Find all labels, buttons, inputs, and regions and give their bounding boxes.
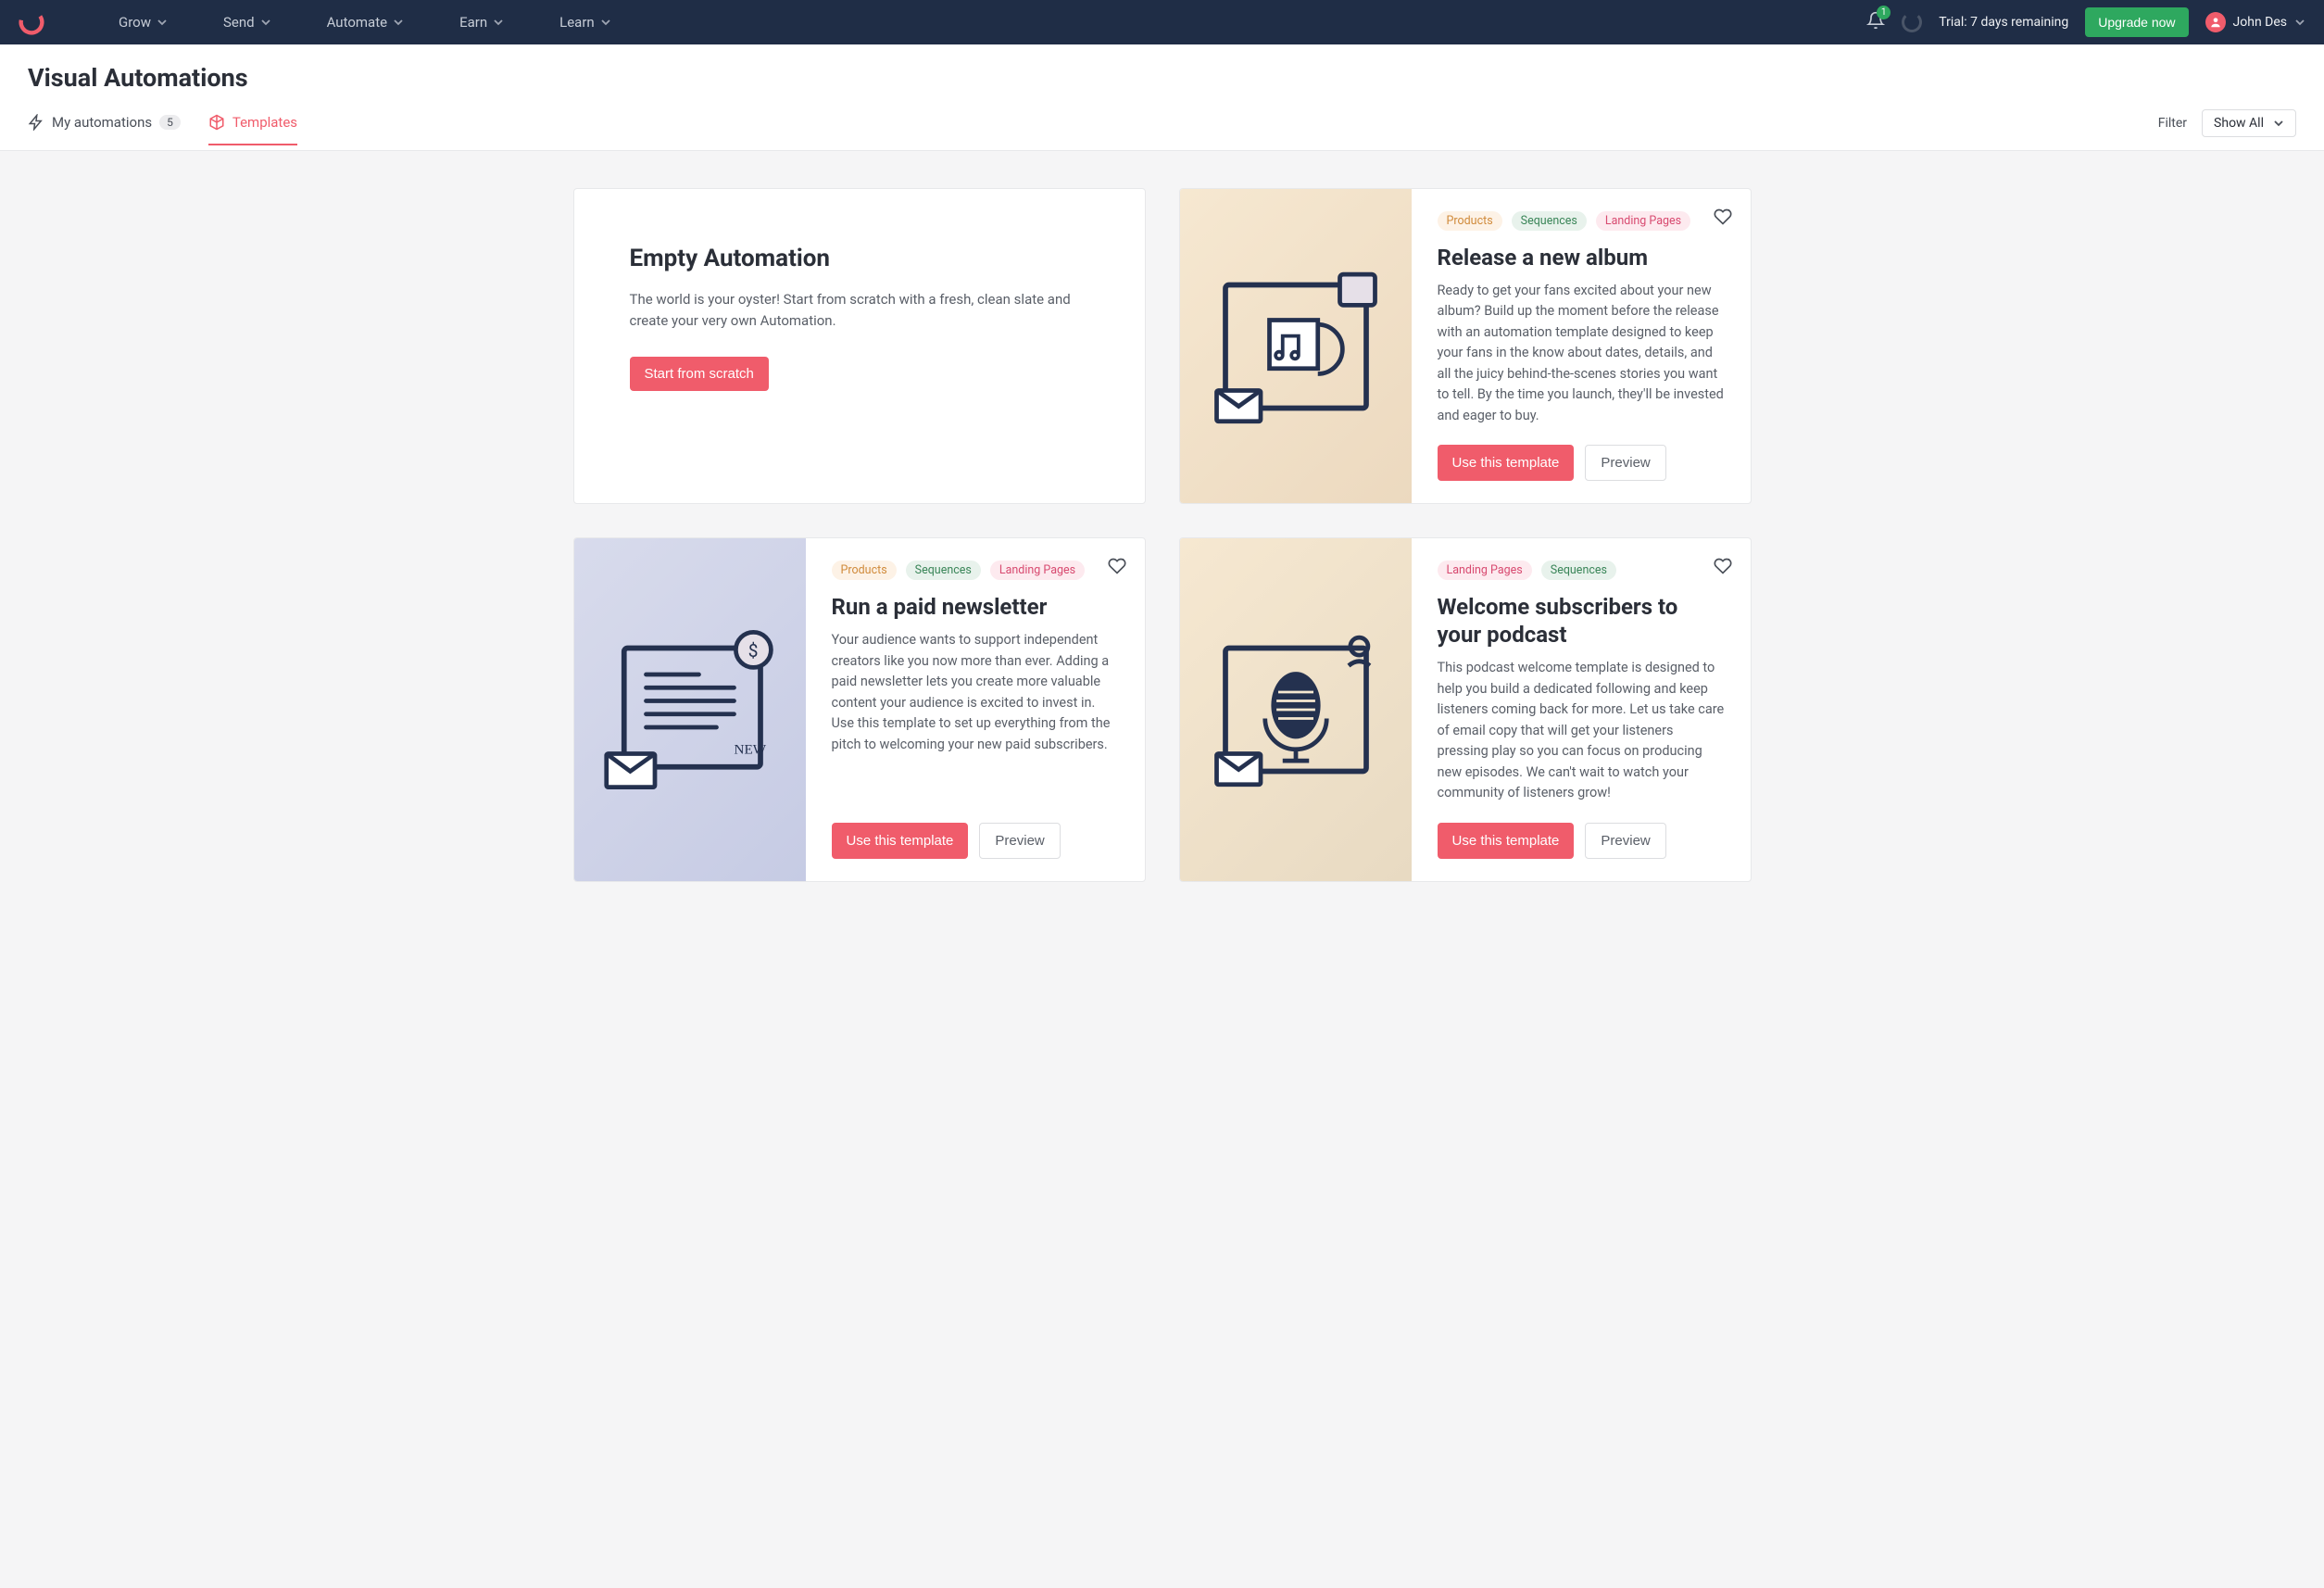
card-description: Your audience wants to support independe… xyxy=(832,630,1119,755)
card-description: The world is your oyster! Start from scr… xyxy=(630,289,1089,333)
upgrade-button[interactable]: Upgrade now xyxy=(2085,7,2188,37)
nav-label: Send xyxy=(223,14,255,31)
use-template-button[interactable]: Use this template xyxy=(1438,445,1575,481)
avatar xyxy=(2205,12,2226,32)
card-description: This podcast welcome template is designe… xyxy=(1438,658,1725,803)
chevron-down-icon xyxy=(493,17,504,28)
tag-sequences: Sequences xyxy=(1512,211,1587,231)
page-title: Visual Automations xyxy=(28,63,2296,93)
card-release-album: Products Sequences Landing Pages Release… xyxy=(1179,188,1752,504)
use-template-button[interactable]: Use this template xyxy=(832,823,969,859)
tag-landing-pages: Landing Pages xyxy=(1438,561,1532,580)
svg-text:NEW: NEW xyxy=(734,741,766,757)
card-title: Welcome subscribers to your podcast xyxy=(1438,593,1725,649)
heart-icon xyxy=(1108,557,1126,575)
card-illustration xyxy=(1180,189,1412,503)
nav-items: Grow Send Automate Earn Learn xyxy=(119,14,611,31)
heart-icon xyxy=(1714,557,1732,575)
nav-send[interactable]: Send xyxy=(223,14,271,31)
card-podcast-welcome: Landing Pages Sequences Welcome subscrib… xyxy=(1179,537,1752,881)
card-illustration xyxy=(1180,538,1412,880)
use-template-button[interactable]: Use this template xyxy=(1438,823,1575,859)
nav-earn[interactable]: Earn xyxy=(459,14,504,31)
chevron-down-icon xyxy=(393,17,404,28)
tab-label: My automations xyxy=(52,114,152,131)
nav-grow[interactable]: Grow xyxy=(119,14,168,31)
preview-button[interactable]: Preview xyxy=(979,823,1060,859)
svg-text:$: $ xyxy=(747,640,758,662)
tag-landing-pages: Landing Pages xyxy=(1596,211,1690,231)
tag-landing-pages: Landing Pages xyxy=(990,561,1085,580)
preview-button[interactable]: Preview xyxy=(1585,823,1665,859)
top-nav: Grow Send Automate Earn Learn 1 Trial: 7… xyxy=(0,0,2324,44)
tab-label: Templates xyxy=(232,114,297,131)
nav-label: Earn xyxy=(459,14,487,31)
chevron-down-icon xyxy=(2294,17,2305,28)
nav-label: Grow xyxy=(119,14,151,31)
filter-selected-value: Show All xyxy=(2214,116,2264,131)
nav-learn[interactable]: Learn xyxy=(559,14,611,31)
nav-automate[interactable]: Automate xyxy=(327,14,404,31)
chevron-down-icon xyxy=(2273,118,2284,129)
start-from-scratch-button[interactable]: Start from scratch xyxy=(630,357,769,391)
heart-icon xyxy=(1714,208,1732,226)
subheader: Visual Automations My automations 5 Temp… xyxy=(0,44,2324,151)
card-title: Release a new album xyxy=(1438,244,1725,271)
tab-count-badge: 5 xyxy=(159,115,181,130)
card-title: Empty Automation xyxy=(630,245,1089,272)
card-empty-automation: Empty Automation The world is your oyste… xyxy=(573,188,1146,504)
tag-products: Products xyxy=(1438,211,1502,231)
nav-label: Learn xyxy=(559,14,595,31)
preview-button[interactable]: Preview xyxy=(1585,445,1665,481)
chevron-down-icon xyxy=(157,17,168,28)
chevron-down-icon xyxy=(260,17,271,28)
tag-sequences: Sequences xyxy=(906,561,981,580)
filter-select[interactable]: Show All xyxy=(2202,109,2296,137)
tab-my-automations[interactable]: My automations 5 xyxy=(28,114,181,145)
filter-label: Filter xyxy=(2158,116,2187,131)
favorite-button[interactable] xyxy=(1108,557,1126,579)
user-name: John Des xyxy=(2233,15,2287,30)
chevron-down-icon xyxy=(600,17,611,28)
tag-sequences: Sequences xyxy=(1541,561,1616,580)
card-title: Run a paid newsletter xyxy=(832,593,1119,621)
notifications-button[interactable]: 1 xyxy=(1866,11,1885,33)
logo[interactable] xyxy=(19,9,44,35)
bolt-icon xyxy=(28,114,44,131)
notification-badge: 1 xyxy=(1877,6,1891,19)
templates-grid: Empty Automation The world is your oyste… xyxy=(553,151,1772,919)
favorite-button[interactable] xyxy=(1714,208,1732,230)
tag-products: Products xyxy=(832,561,897,580)
nav-label: Automate xyxy=(327,14,387,31)
tab-templates[interactable]: Templates xyxy=(208,114,297,145)
loading-icon xyxy=(1902,12,1922,32)
favorite-button[interactable] xyxy=(1714,557,1732,579)
trial-status: Trial: 7 days remaining xyxy=(1939,15,2068,30)
user-menu[interactable]: John Des xyxy=(2205,12,2305,32)
card-description: Ready to get your fans excited about you… xyxy=(1438,281,1725,426)
box-icon xyxy=(208,114,225,131)
card-paid-newsletter: NEW $ Products Sequences Landing Pages Ru… xyxy=(573,537,1146,881)
card-illustration: NEW $ xyxy=(574,538,806,880)
